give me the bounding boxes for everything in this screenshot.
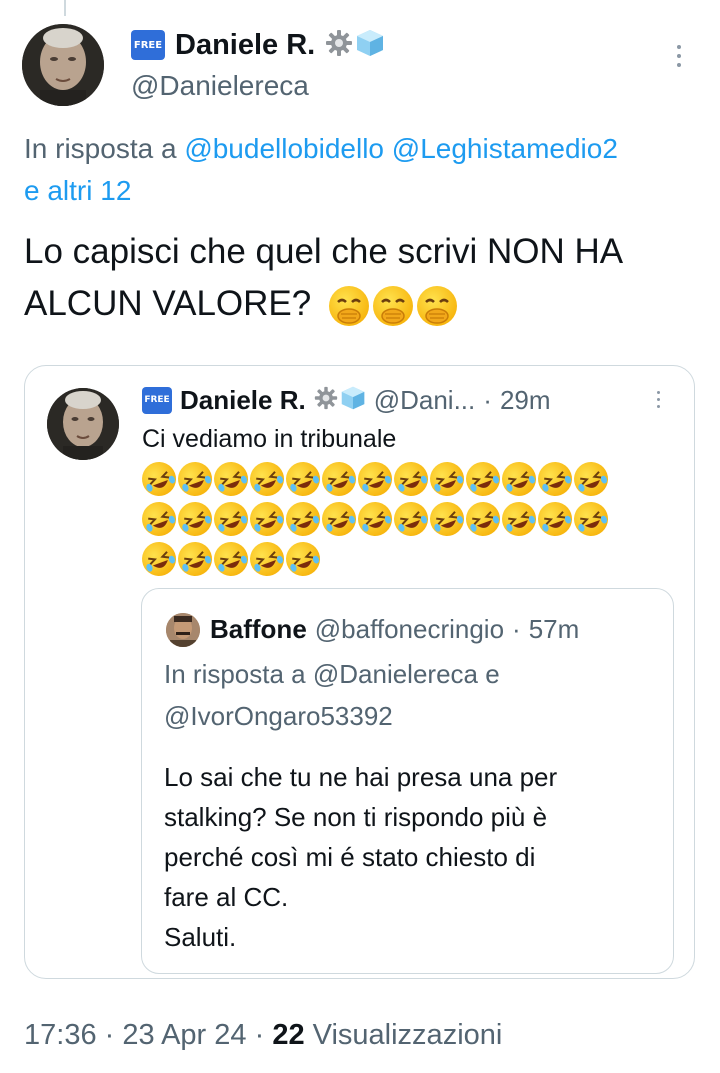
- rolling-on-the-floor-laughing-emoji-icon: [209, 457, 253, 501]
- rolling-on-the-floor-laughing-emoji-icon: [173, 457, 217, 501]
- rolling-on-the-floor-laughing-emoji-icon: [173, 497, 217, 541]
- rolling-on-the-floor-laughing-emoji-icon: [533, 457, 577, 501]
- rolling-on-the-floor-laughing-emoji-icon: [281, 537, 325, 581]
- more-options-icon[interactable]: [657, 391, 660, 408]
- emoji-block: [137, 457, 662, 581]
- nested-reply-line: @IvorOngaro53392: [164, 701, 393, 731]
- rolling-on-the-floor-laughing-emoji-icon: [461, 497, 505, 541]
- rolling-on-the-floor-laughing-emoji-icon: [245, 537, 289, 581]
- rolling-on-the-floor-laughing-emoji-icon: [245, 497, 289, 541]
- nested-reply-context: In risposta a @Danielereca e @IvorOngaro…: [164, 653, 500, 737]
- quoted-tweet-card[interactable]: FREE Daniele R. @Dani... · 29m Ci vediam…: [24, 365, 695, 979]
- hand-over-mouth-emoji-icon: [372, 285, 413, 326]
- rolling-on-the-floor-laughing-emoji-icon: [425, 497, 469, 541]
- rolling-on-the-floor-laughing-emoji-icon: [137, 537, 181, 581]
- rolling-on-the-floor-laughing-emoji-icon: [569, 497, 613, 541]
- nested-text-line: perché così mi é stato chiesto di: [164, 842, 536, 872]
- reply-others-link[interactable]: e altri 12: [24, 170, 131, 212]
- rolling-on-the-floor-laughing-emoji-icon: [533, 497, 577, 541]
- rolling-on-the-floor-laughing-emoji-icon: [173, 537, 217, 581]
- reply-mention-link[interactable]: @budellobidello: [184, 133, 384, 164]
- emoji-row: [137, 537, 662, 581]
- gear-icon: [325, 29, 353, 62]
- nested-timestamp[interactable]: 57m: [529, 614, 580, 645]
- author-name-row: FREE Daniele R.: [131, 28, 385, 62]
- free-badge-icon: FREE: [131, 30, 165, 60]
- free-badge-icon: FREE: [142, 386, 172, 414]
- tweet-meta-row: 17:36 · 23 Apr 24 · 22 Visualizzazioni: [24, 1019, 502, 1052]
- tweet-time[interactable]: 17:36: [24, 1019, 97, 1051]
- quoted-timestamp[interactable]: 29m: [500, 385, 551, 416]
- rolling-on-the-floor-laughing-emoji-icon: [389, 457, 433, 501]
- quoted-author-avatar[interactable]: [47, 388, 119, 460]
- nested-tweet-text: Lo sai che tu ne hai presa una per stalki…: [164, 757, 557, 957]
- nested-author-avatar[interactable]: [166, 613, 200, 647]
- rolling-on-the-floor-laughing-emoji-icon: [461, 457, 505, 501]
- reply-mention-link[interactable]: @Leghistamedio2: [392, 133, 618, 164]
- separator-dot: ·: [512, 613, 521, 644]
- rolling-on-the-floor-laughing-emoji-icon: [353, 497, 397, 541]
- rolling-on-the-floor-laughing-emoji-icon: [281, 457, 325, 501]
- tweet-date[interactable]: 23 Apr 24: [122, 1019, 246, 1051]
- separator-dot: ·: [104, 1019, 115, 1051]
- quoted-display-name[interactable]: Daniele R.: [180, 385, 306, 416]
- reply-context: In risposta a @budellobidello @Leghistam…: [24, 128, 720, 170]
- quoted-header-row: FREE Daniele R. @Dani... · 29m: [142, 382, 551, 418]
- rolling-on-the-floor-laughing-emoji-icon: [209, 537, 253, 581]
- rolling-on-the-floor-laughing-emoji-icon: [245, 457, 289, 501]
- rolling-on-the-floor-laughing-emoji-icon: [137, 497, 181, 541]
- ice-cube-icon: [340, 385, 366, 416]
- rolling-on-the-floor-laughing-emoji-icon: [281, 497, 325, 541]
- separator-dot: ·: [483, 384, 492, 415]
- author-handle[interactable]: @Danielereca: [131, 70, 309, 102]
- rolling-on-the-floor-laughing-emoji-icon: [497, 497, 541, 541]
- author-avatar[interactable]: [22, 24, 104, 106]
- nested-reply-line: In risposta a @Danielereca e: [164, 659, 500, 689]
- reply-prefix: In risposta a: [24, 133, 177, 164]
- quoted-tweet-text: Ci vediamo in tribunale: [142, 425, 397, 453]
- rolling-on-the-floor-laughing-emoji-icon: [317, 457, 361, 501]
- nested-quoted-tweet-card[interactable]: Baffone @baffonecringio · 57m In rispost…: [141, 588, 674, 974]
- thread-connector-line: [64, 0, 66, 16]
- hand-over-mouth-emoji-icon: [328, 285, 369, 326]
- more-options-icon[interactable]: [677, 45, 681, 67]
- rolling-on-the-floor-laughing-emoji-icon: [317, 497, 361, 541]
- gear-icon: [314, 386, 338, 415]
- separator-dot: ·: [254, 1019, 265, 1051]
- nested-text-line: Saluti.: [164, 922, 237, 952]
- ice-cube-icon: [355, 28, 385, 63]
- rolling-on-the-floor-laughing-emoji-icon: [569, 457, 613, 501]
- rolling-on-the-floor-laughing-emoji-icon: [497, 457, 541, 501]
- nested-header-row: Baffone @baffonecringio · 57m: [210, 611, 579, 647]
- nested-text-line: fare al CC.: [164, 882, 289, 912]
- hand-over-mouth-emoji-icon: [416, 285, 457, 326]
- rolling-on-the-floor-laughing-emoji-icon: [389, 497, 433, 541]
- nested-text-line: stalking? Se non ti rispondo più è: [164, 802, 548, 832]
- rolling-on-the-floor-laughing-emoji-icon: [209, 497, 253, 541]
- nested-text-line: Lo sai che tu ne hai presa una per: [164, 762, 558, 792]
- views-label[interactable]: Visualizzazioni: [313, 1019, 503, 1051]
- nested-handle[interactable]: @baffonecringio: [315, 614, 504, 645]
- rolling-on-the-floor-laughing-emoji-icon: [353, 457, 397, 501]
- tweet-text: Lo capisci che quel che scrivi NON HA AL…: [24, 226, 694, 330]
- emoji-row: [137, 457, 662, 501]
- emoji-row: [137, 497, 662, 541]
- rolling-on-the-floor-laughing-emoji-icon: [137, 457, 181, 501]
- nested-display-name[interactable]: Baffone: [210, 614, 307, 645]
- rolling-on-the-floor-laughing-emoji-icon: [425, 457, 469, 501]
- author-display-name[interactable]: Daniele R.: [175, 29, 315, 62]
- views-count: 22: [272, 1019, 305, 1051]
- quoted-handle[interactable]: @Dani...: [374, 385, 476, 416]
- tweet-emoji-group: [321, 284, 457, 326]
